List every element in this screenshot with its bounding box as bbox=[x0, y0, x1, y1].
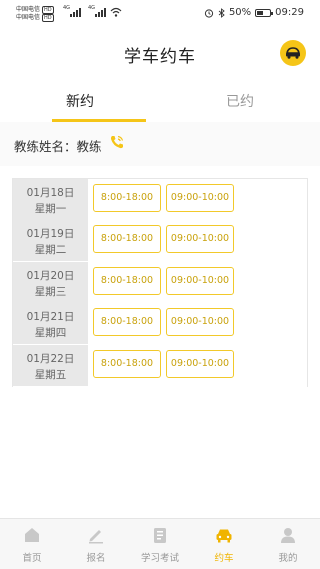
carrier-info: 中国电信 HD 中国电信 HD bbox=[16, 6, 54, 22]
status-right: 50% 09:29 bbox=[204, 7, 304, 18]
signal-indicators: 4G 4G bbox=[63, 5, 122, 17]
phone-icon[interactable] bbox=[108, 133, 126, 151]
time-slot-button[interactable]: 09:00-10:00 bbox=[166, 349, 234, 378]
date-cell: 01月19日 星期二 bbox=[13, 220, 88, 262]
battery-icon bbox=[255, 8, 274, 17]
time-slot-button[interactable]: 8:00-18:00 bbox=[93, 184, 161, 212]
date-label: 01月21日 bbox=[26, 311, 75, 324]
hd-badge-2: HD bbox=[42, 14, 54, 22]
nav-study-label: 学习考试 bbox=[140, 553, 179, 564]
app-header: 学车约车 bbox=[0, 28, 320, 80]
coach-row: 教练姓名：教练 bbox=[0, 122, 320, 167]
hd-badge: HD bbox=[42, 6, 54, 14]
nav-booking[interactable]: 约车 bbox=[192, 519, 256, 569]
wifi-icon bbox=[110, 7, 122, 17]
booking-tabs: 新约 已约 bbox=[0, 84, 320, 123]
tab-new-booking[interactable]: 新约 bbox=[0, 84, 160, 122]
time-slot-button[interactable]: 09:00-10:00 bbox=[166, 225, 234, 254]
time-slot-button[interactable]: 8:00-18:00 bbox=[93, 349, 161, 378]
date-cell: 01月22日 星期五 bbox=[13, 344, 88, 386]
page-title: 学车约车 bbox=[124, 47, 196, 67]
nav-profile[interactable]: 我的 bbox=[256, 519, 320, 569]
nav-signup[interactable]: 报名 bbox=[64, 519, 128, 569]
weekday-label: 星期二 bbox=[34, 244, 67, 257]
pen-icon bbox=[89, 530, 103, 544]
date-cell: 01月18日 星期一 bbox=[13, 179, 88, 220]
spacer bbox=[0, 166, 320, 178]
tab-booked[interactable]: 已约 bbox=[160, 84, 320, 122]
nav-signup-label: 报名 bbox=[86, 553, 106, 564]
schedule-row: 01月19日 星期二 8:00-18:00 09:00-10:00 bbox=[13, 220, 307, 263]
weekday-label: 星期一 bbox=[34, 203, 67, 215]
nav-profile-label: 我的 bbox=[278, 553, 298, 564]
weekday-label: 星期五 bbox=[34, 368, 67, 381]
date-label: 01月22日 bbox=[26, 352, 75, 365]
time-slot-button[interactable]: 8:00-18:00 bbox=[93, 308, 161, 337]
weekday-label: 星期三 bbox=[34, 285, 67, 298]
coach-name: 教练姓名：教练 bbox=[14, 139, 102, 154]
time-slot-button[interactable]: 8:00-18:00 bbox=[93, 266, 161, 295]
schedule-table: 01月18日 星期一 8:00-18:00 09:00-10:00 01月19日 星期二 8… bbox=[12, 178, 308, 387]
net-type-1: 4G bbox=[63, 5, 71, 11]
date-cell: 01月20日 星期三 bbox=[13, 261, 88, 303]
signal-2-icon: 4G bbox=[88, 5, 106, 17]
bluetooth-icon bbox=[218, 7, 225, 18]
battery-percent: 50% bbox=[228, 7, 252, 18]
nav-study[interactable]: 学习考试 bbox=[128, 519, 192, 569]
user-icon bbox=[281, 528, 295, 543]
time-slot-button[interactable]: 09:00-10:00 bbox=[166, 266, 234, 295]
date-label: 01月20日 bbox=[26, 269, 75, 282]
carrier-1: 中国电信 bbox=[16, 6, 41, 13]
time-slot-button[interactable]: 8:00-18:00 bbox=[93, 225, 161, 254]
tab-new-booking-label: 新约 bbox=[66, 94, 94, 110]
net-type-2: 4G bbox=[88, 5, 96, 11]
time-slot-button[interactable]: 09:00-10:00 bbox=[166, 308, 234, 337]
schedule-row: 01月22日 星期五 8:00-18:00 09:00-10:00 bbox=[13, 344, 307, 387]
nav-booking-label: 约车 bbox=[214, 553, 234, 564]
schedule-row: 01月20日 星期三 8:00-18:00 09:00-10:00 bbox=[13, 261, 307, 304]
status-time: 09:29 bbox=[275, 7, 304, 18]
weekday-label: 星期四 bbox=[34, 327, 67, 340]
signal-1-icon: 4G bbox=[63, 5, 81, 17]
status-bar: 中国电信 HD 中国电信 HD 4G 4G 50% 09:29 bbox=[0, 0, 320, 28]
schedule-row: 01月18日 星期一 8:00-18:00 09:00-10:00 bbox=[13, 179, 307, 221]
nav-home-label: 首页 bbox=[22, 553, 42, 564]
book-icon bbox=[154, 528, 166, 543]
home-icon bbox=[25, 528, 39, 542]
car-icon bbox=[286, 47, 300, 59]
date-label: 01月19日 bbox=[26, 228, 75, 241]
car-icon bbox=[216, 529, 232, 543]
schedule-row: 01月21日 星期四 8:00-18:00 09:00-10:00 bbox=[13, 303, 307, 346]
tab-booked-label: 已约 bbox=[226, 94, 254, 110]
date-cell: 01月21日 星期四 bbox=[13, 303, 88, 345]
car-button[interactable] bbox=[280, 40, 306, 66]
date-label: 01月18日 bbox=[26, 187, 75, 199]
bottom-nav: 首页 报名 学习考试 约车 我的 bbox=[0, 518, 320, 569]
carrier-2: 中国电信 bbox=[16, 14, 41, 21]
nav-home[interactable]: 首页 bbox=[0, 519, 64, 569]
alarm-icon bbox=[204, 8, 214, 18]
time-slot-button[interactable]: 09:00-10:00 bbox=[166, 184, 234, 212]
